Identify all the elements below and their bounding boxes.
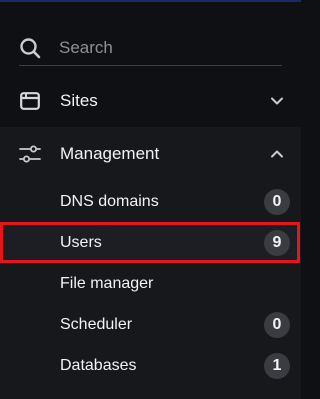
search-icon — [20, 37, 41, 58]
search-input[interactable] — [59, 37, 259, 58]
submenu-item-label: File manager — [60, 274, 154, 292]
sliders-icon — [19, 143, 41, 165]
submenu-item-scheduler[interactable]: Scheduler 0 — [0, 304, 301, 345]
nav-group-management[interactable]: Management — [0, 127, 301, 181]
window-icon — [19, 90, 41, 112]
submenu-item-dns-domains[interactable]: DNS domains 0 — [0, 181, 301, 222]
highlight-box — [0, 222, 300, 263]
count-badge: 0 — [264, 188, 290, 215]
count-badge: 0 — [264, 311, 290, 338]
chevron-down-icon[interactable] — [269, 93, 285, 109]
submenu-item-databases[interactable]: Databases 1 — [0, 345, 301, 386]
submenu-item-label: Scheduler — [60, 315, 133, 333]
chevron-up-icon[interactable] — [269, 146, 285, 162]
nav-group-sites[interactable]: Sites — [0, 81, 301, 121]
count-badge: 1 — [264, 352, 290, 379]
submenu-item-label: Databases — [60, 356, 137, 374]
search-bar[interactable] — [19, 30, 282, 66]
submenu-item-label: DNS domains — [60, 192, 159, 210]
management-submenu: DNS domains 0 Users 9 File manager Sched… — [0, 181, 301, 399]
submenu-item-users[interactable]: Users 9 — [0, 222, 301, 263]
submenu-item-file-manager[interactable]: File manager — [0, 263, 301, 304]
sidebar: Sites Management DNS domains 0 — [0, 2, 301, 399]
nav-group-label: Sites — [60, 91, 98, 110]
nav-group-label: Management — [60, 144, 160, 163]
